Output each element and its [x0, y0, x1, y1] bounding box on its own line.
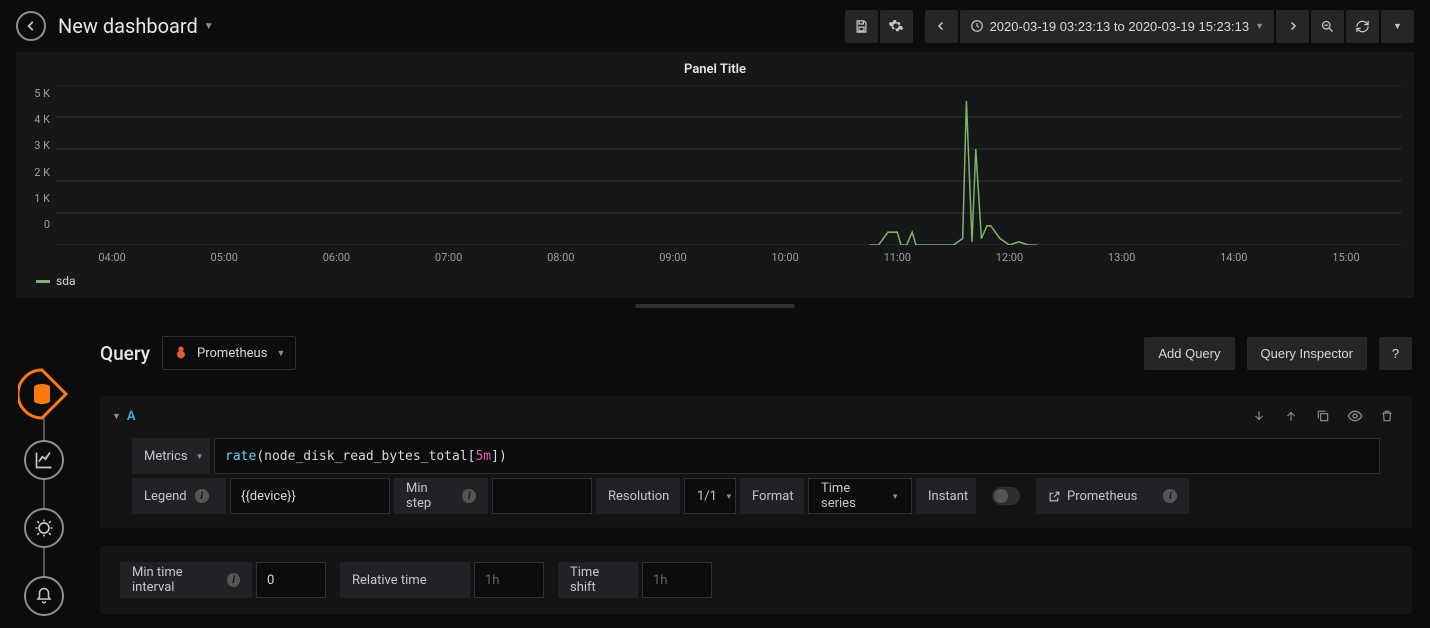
time-back-button[interactable] [925, 10, 958, 43]
top-bar: New dashboard ▼ 2020-03-19 03:23:13 to 2… [0, 0, 1430, 52]
move-down-button[interactable] [1246, 403, 1272, 429]
move-up-button[interactable] [1278, 403, 1304, 429]
legend-input[interactable]: {{device}} [230, 478, 390, 514]
back-button[interactable] [16, 11, 46, 41]
time-forward-button[interactable] [1276, 10, 1309, 43]
refresh-interval-button[interactable]: ▼ [1381, 10, 1414, 43]
refresh-icon [1355, 19, 1370, 34]
datasource-name: Prometheus [197, 346, 267, 361]
min-interval-label: Min time interval i [120, 562, 252, 598]
zoom-out-icon [1320, 19, 1335, 34]
editor-tabs [18, 368, 70, 616]
format-select[interactable]: Time series ▼ [808, 478, 912, 514]
chart-legend[interactable]: sda [36, 274, 1402, 288]
tab-queries[interactable] [18, 368, 70, 420]
query-expression-input[interactable]: rate(node_disk_read_bytes_total[5m]) [214, 438, 1380, 474]
caret-down-icon: ▼ [1393, 21, 1402, 31]
min-step-input[interactable] [492, 478, 592, 514]
help-button[interactable]: ? [1379, 337, 1412, 370]
duplicate-button[interactable] [1310, 403, 1336, 429]
save-button[interactable] [845, 10, 878, 43]
info-icon[interactable]: i [227, 573, 240, 587]
toggle-visibility-button[interactable] [1342, 403, 1368, 429]
zoom-out-button[interactable] [1311, 10, 1344, 43]
min-interval-input[interactable]: 0 [256, 562, 326, 598]
dashboard-title-dropdown[interactable]: New dashboard ▼ [58, 14, 214, 38]
prometheus-icon [173, 345, 189, 361]
instant-toggle[interactable] [980, 478, 1032, 514]
tab-visualization[interactable] [24, 440, 64, 480]
tab-general[interactable] [24, 508, 64, 548]
save-icon [854, 19, 869, 34]
resolution-select[interactable]: 1/1 ▼ [684, 478, 736, 514]
refresh-button[interactable] [1346, 10, 1379, 43]
metrics-dropdown[interactable]: Metrics ▼ [132, 438, 210, 474]
delete-query-button[interactable] [1374, 403, 1400, 429]
chart-icon [34, 450, 54, 470]
info-icon[interactable]: i [462, 489, 476, 503]
chevron-left-icon [935, 20, 947, 32]
caret-down-icon: ▼ [276, 348, 285, 359]
min-step-label: Min step i [394, 478, 488, 514]
add-query-button[interactable]: Add Query [1144, 337, 1234, 370]
clock-icon [970, 19, 984, 33]
info-icon[interactable]: i [1163, 489, 1177, 503]
bell-icon [35, 587, 53, 605]
section-title: Query [100, 342, 150, 365]
instant-label: Instant [916, 478, 976, 514]
collapse-toggle[interactable]: ▼ [112, 411, 121, 422]
query-id: A [127, 409, 136, 424]
legend-color-swatch [36, 280, 50, 283]
time-range-text: 2020-03-19 03:23:13 to 2020-03-19 15:23:… [990, 19, 1250, 34]
query-row: ▼ A Metrics ▼ rate(node_disk_read_bytes_… [100, 396, 1412, 528]
time-shift-label: Time shift [558, 562, 638, 598]
query-inspector-button[interactable]: Query Inspector [1247, 337, 1368, 370]
time-shift-input[interactable]: 1h [642, 562, 712, 598]
database-icon [30, 382, 54, 406]
datasource-picker[interactable]: Prometheus ▼ [162, 336, 296, 370]
caret-down-icon: ▼ [1255, 21, 1264, 31]
relative-time-input[interactable]: 1h [474, 562, 544, 598]
info-icon[interactable]: i [195, 489, 209, 503]
gear-icon [888, 18, 904, 34]
time-range-picker[interactable]: 2020-03-19 03:23:13 to 2020-03-19 15:23:… [960, 10, 1274, 43]
bug-icon [34, 518, 54, 538]
format-label: Format [740, 478, 804, 514]
panel-resize-handle[interactable] [635, 304, 795, 308]
settings-button[interactable] [880, 10, 913, 43]
chevron-right-icon [1287, 20, 1299, 32]
chart-plot-area[interactable] [56, 85, 1402, 245]
time-options: Min time interval i 0 Relative time 1h T… [100, 546, 1412, 614]
graph-panel: Panel Title 5 K4 K3 K2 K1 K0 04:0005:000… [16, 52, 1414, 298]
y-axis: 5 K4 K3 K2 K1 K0 [28, 85, 56, 245]
x-axis: 04:0005:0006:0007:0008:0009:0010:0011:00… [56, 245, 1402, 264]
dashboard-title: New dashboard [58, 14, 198, 38]
panel-title: Panel Title [28, 62, 1402, 77]
tab-alert[interactable] [24, 576, 64, 616]
caret-down-icon: ▼ [204, 21, 214, 32]
legend-label: Legend i [132, 478, 226, 514]
resolution-label: Resolution [596, 478, 680, 514]
query-editor: Query Prometheus ▼ Add Query Query Inspe… [100, 336, 1412, 614]
external-link-icon [1048, 490, 1061, 503]
relative-time-label: Relative time [340, 562, 470, 598]
datasource-help-link[interactable]: Prometheus i [1036, 478, 1189, 514]
legend-label: sda [56, 274, 76, 288]
